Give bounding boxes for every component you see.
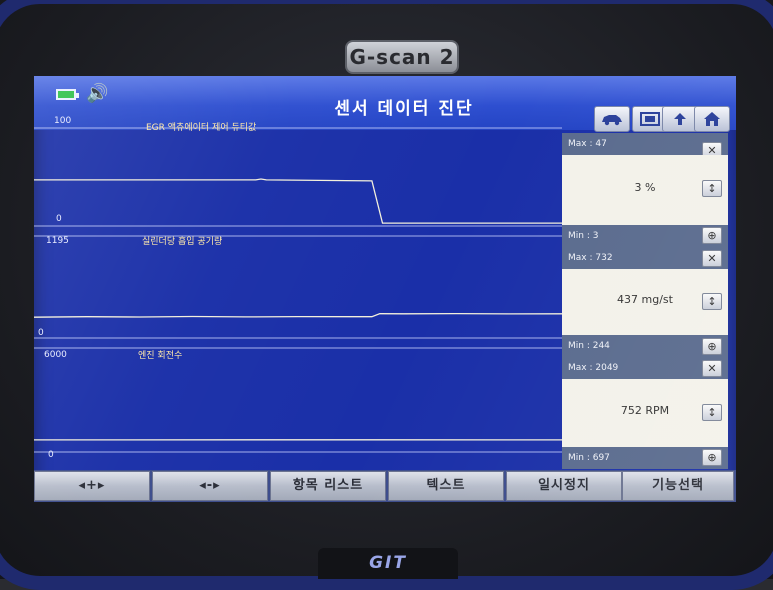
sensor-chart-1: 100 EGR 액츄에이터 제어 듀티값 0 [34, 114, 562, 228]
back-icon[interactable] [662, 106, 698, 132]
min-readout-1-text: Min : 3 [568, 231, 598, 241]
axis-min-2: 0 [38, 328, 44, 338]
vehicle-icon[interactable] [594, 106, 630, 132]
zoom-icon[interactable]: ⊕ [702, 227, 722, 244]
max-readout-1-text: Max : 47 [568, 139, 607, 149]
sensor-chart-3-svg [34, 340, 562, 470]
sensor-chart-2-svg [34, 228, 562, 340]
close-icon[interactable]: ✕ [702, 360, 722, 377]
battery-icon [56, 89, 76, 100]
max-readout-2-text: Max : 732 [568, 253, 613, 263]
axis-min-1: 0 [56, 214, 62, 224]
sensor-chart-1-svg [34, 114, 562, 228]
axis-max-3: 6000 [44, 350, 67, 360]
brand-logo: G-scan 2 [345, 40, 459, 74]
function-select-button[interactable]: 기능선택 [622, 471, 734, 501]
text-button[interactable]: 텍스트 [388, 471, 504, 501]
scanner-device: G-scan 2 🔊 센서 데이터 진단 [0, 0, 773, 579]
zoom-icon[interactable]: ⊕ [702, 449, 722, 466]
axis-max-1: 100 [54, 116, 71, 126]
sensor-label-1: EGR 액츄에이터 제어 듀티값 [146, 120, 256, 133]
pause-button[interactable]: 일시정지 [506, 471, 622, 501]
zoom-in-button[interactable]: ◂+▸ [34, 471, 150, 501]
home-icon[interactable] [694, 106, 730, 132]
scroll-updown-icon[interactable]: ↕ [702, 180, 722, 197]
footer-logo: GIT [318, 548, 458, 579]
screen: 🔊 센서 데이터 진단 100 EGR 액츄에이터 제어 듀티값 [34, 76, 736, 502]
zoom-icon[interactable]: ⊕ [702, 338, 722, 355]
bottom-toolbar: ◂+▸ ◂-▸ 항목 리스트 텍스트 일시정지 기능선택 [34, 470, 736, 502]
scroll-updown-icon[interactable]: ↕ [702, 404, 722, 421]
close-icon[interactable]: ✕ [702, 250, 722, 267]
sensor-chart-3: 6000 엔진 회전수 0 [34, 340, 562, 470]
min-readout-2-text: Min : 244 [568, 341, 610, 351]
sensor-value-panel-2: Max : 732 ✕ 437 mg/st ↕ Min : 244 ⊕ [562, 247, 728, 357]
zoom-out-button[interactable]: ◂-▸ [152, 471, 268, 501]
sensor-label-3: 엔진 회전수 [138, 348, 182, 361]
sensor-label-2: 실린더당 흡입 공기량 [142, 234, 222, 247]
sensor-chart-2: 1195 실린더당 흡입 공기량 0 [34, 228, 562, 340]
scroll-updown-icon[interactable]: ↕ [702, 293, 722, 310]
sensor-trace-2 [34, 314, 562, 318]
max-readout-3-text: Max : 2049 [568, 363, 618, 373]
speaker-icon: 🔊 [86, 84, 108, 104]
sensor-trace-1 [34, 179, 562, 223]
item-list-button[interactable]: 항목 리스트 [270, 471, 386, 501]
min-readout-3-text: Min : 697 [568, 453, 610, 463]
axis-max-2: 1195 [46, 236, 69, 246]
sensor-value-panel-3: Max : 2049 ✕ 752 RPM ↕ Min : 697 ⊕ [562, 357, 728, 469]
sensor-value-panel-1: Max : 47 ✕ 3 % ↕ Min : 3 ⊕ [562, 133, 728, 247]
axis-min-3: 0 [48, 450, 54, 460]
